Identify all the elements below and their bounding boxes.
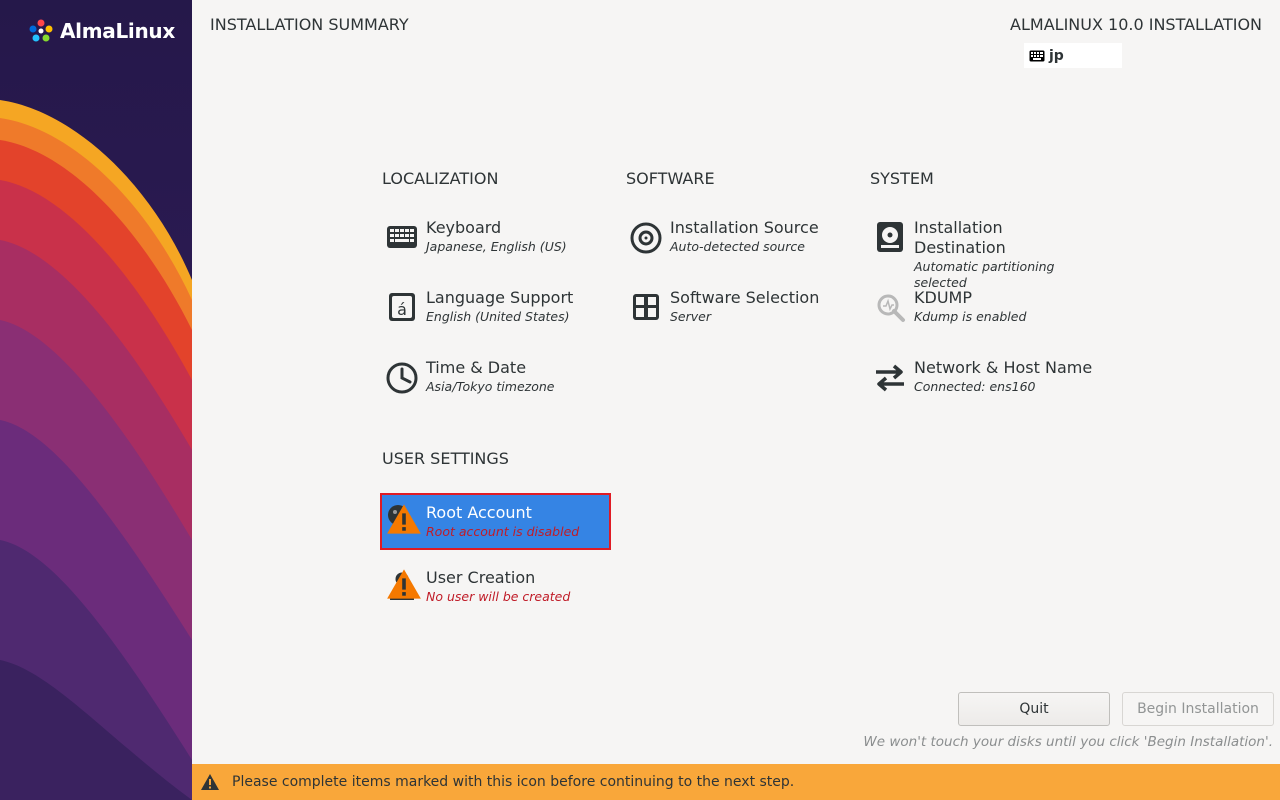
keyboard-icon [1029, 50, 1045, 61]
keyboard-layout-indicator[interactable]: jp [1024, 43, 1122, 68]
spoke-root-status: Root account is disabled [426, 524, 580, 539]
warning-icon [387, 504, 421, 534]
spoke-user-status: No user will be created [426, 589, 571, 604]
spoke-time-date[interactable]: Time & Date Asia/Tokyo timezone [382, 350, 610, 404]
spoke-destination-name: Installation Destination [914, 218, 1006, 257]
package-icon [628, 288, 664, 324]
quit-button[interactable]: Quit [958, 692, 1110, 726]
clock-icon [384, 358, 420, 394]
spoke-installation-source[interactable]: Installation Source Auto-detected source [626, 210, 854, 264]
spoke-language-name: Language Support [426, 288, 574, 307]
spoke-time-status: Asia/Tokyo timezone [426, 379, 555, 394]
page-title: INSTALLATION SUMMARY [210, 15, 409, 34]
spoke-user-name: User Creation [426, 568, 536, 587]
spoke-time-name: Time & Date [426, 358, 527, 377]
language-icon: á [384, 288, 420, 324]
spoke-network-status: Connected: ens160 [914, 379, 1036, 394]
spoke-source-name: Installation Source [670, 218, 819, 237]
kdump-magnifier-icon [872, 288, 908, 324]
spoke-installation-destination[interactable]: Installation Destination Automatic parti… [870, 210, 1098, 290]
spoke-keyboard-name: Keyboard [426, 218, 502, 237]
svg-text:á: á [397, 300, 407, 319]
disk-safety-note: We won't touch your disks until you clic… [863, 734, 1273, 750]
section-software: SOFTWARE [626, 169, 715, 188]
disc-icon [628, 218, 664, 254]
product-title: ALMALINUX 10.0 INSTALLATION [1010, 15, 1262, 34]
spoke-network-hostname[interactable]: Network & Host Name Connected: ens160 [870, 350, 1098, 404]
spoke-keyboard[interactable]: Keyboard Japanese, English (US) [382, 210, 610, 264]
spoke-source-status: Auto-detected source [670, 239, 805, 254]
keyboard-spoke-icon [384, 218, 420, 254]
spoke-kdump-status: Kdump is enabled [914, 309, 1027, 324]
spoke-user-creation[interactable]: User Creation No user will be created [382, 560, 610, 614]
user-icon [384, 568, 421, 604]
spoke-kdump[interactable]: KDUMP Kdump is enabled [870, 280, 1098, 334]
spoke-keyboard-status: Japanese, English (US) [426, 239, 567, 254]
spoke-software-selection[interactable]: Software Selection Server [626, 280, 854, 334]
harddisk-icon [872, 218, 908, 254]
spoke-network-name: Network & Host Name [914, 358, 1093, 377]
spoke-root-name: Root Account [426, 503, 532, 522]
spoke-software-name: Software Selection [670, 288, 820, 307]
warning-bar: Please complete items marked with this i… [192, 764, 1280, 800]
warning-icon [387, 569, 421, 599]
network-arrows-icon [872, 358, 908, 394]
root-account-icon [384, 503, 421, 539]
section-user-settings: USER SETTINGS [382, 449, 509, 468]
almalinux-logo-icon [29, 19, 53, 42]
warning-icon [201, 774, 219, 790]
section-localization: LOCALIZATION [382, 169, 499, 188]
sidebar: AlmaLinux [0, 0, 192, 800]
spoke-language-support[interactable]: á Language Support English (United State… [382, 280, 610, 334]
warning-message: Please complete items marked with this i… [232, 774, 795, 790]
begin-installation-button[interactable]: Begin Installation [1122, 692, 1274, 726]
almalinux-logo: AlmaLinux [28, 18, 175, 44]
sidebar-wave-art [0, 100, 192, 800]
spoke-root-account[interactable]: Root Account Root account is disabled [380, 493, 611, 550]
spoke-kdump-name: KDUMP [914, 288, 972, 307]
spoke-software-status: Server [670, 309, 711, 324]
brand-name: AlmaLinux [60, 19, 175, 43]
spoke-language-status: English (United States) [426, 309, 570, 324]
section-system: SYSTEM [870, 169, 934, 188]
keyboard-layout-label: jp [1049, 47, 1064, 64]
